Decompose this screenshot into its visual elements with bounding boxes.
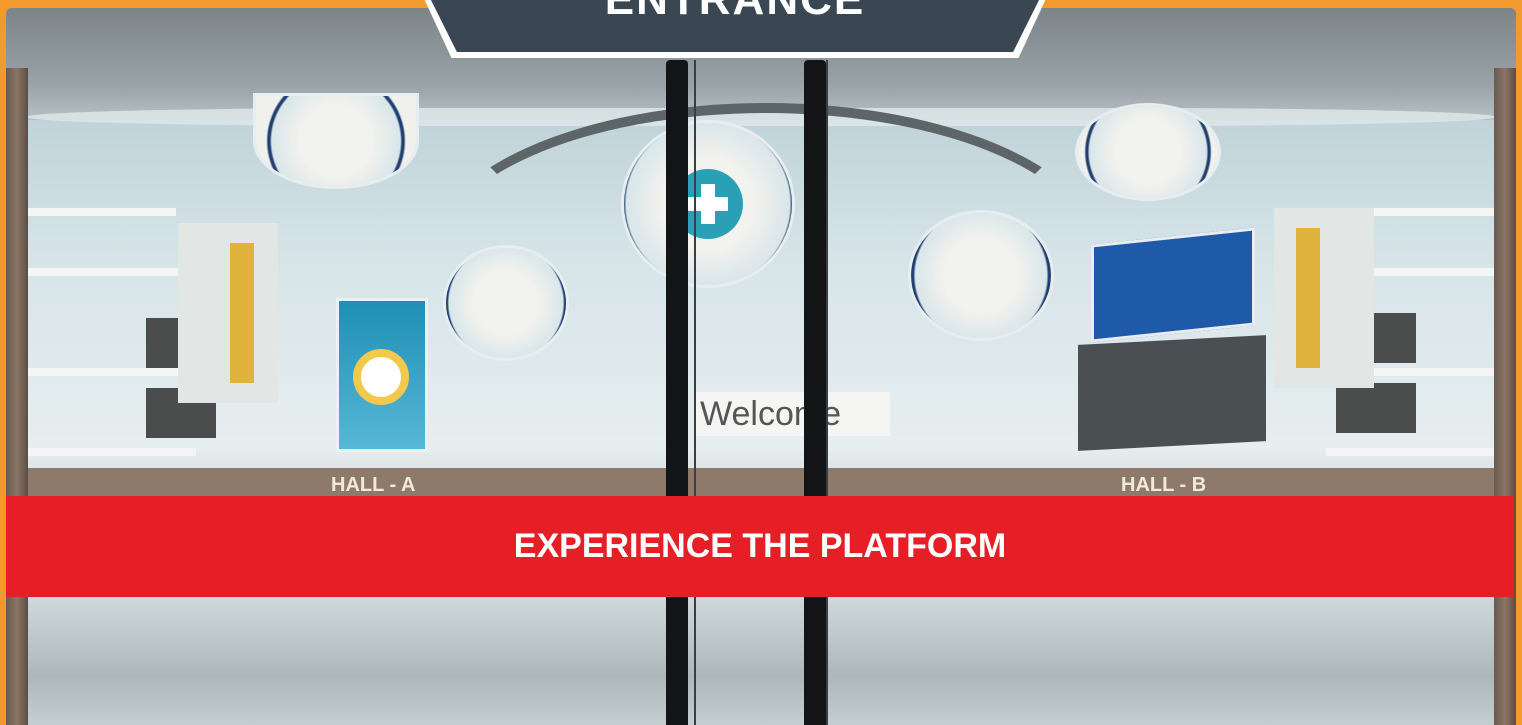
speaker-right-2 <box>1336 383 1416 433</box>
door-edge-right <box>826 60 828 725</box>
floor <box>6 598 1516 725</box>
decor-panel-left <box>178 223 278 403</box>
experience-platform-button[interactable]: EXPERIENCE THE PLATFORM <box>6 496 1514 597</box>
balcony-right-4 <box>1326 448 1496 456</box>
balcony-left-4 <box>26 448 196 456</box>
door-edge-left <box>694 60 696 725</box>
video-screen <box>1078 335 1266 451</box>
entrance-sign-plate: ENTRANCE <box>426 0 1044 52</box>
hall-b-label: HALL - B <box>1121 474 1207 496</box>
entrance-sign: ENTRANCE <box>420 0 1050 58</box>
door-handle-right <box>804 60 826 725</box>
ceiling-disc-2 <box>446 248 566 358</box>
ceiling-disc-5 <box>1078 106 1218 198</box>
welcome-sign: Welcome <box>694 392 890 436</box>
balcony-left-3 <box>26 368 186 376</box>
info-screen <box>1091 227 1255 343</box>
pillar-left <box>6 68 28 725</box>
ceiling-disc-4 <box>911 213 1051 338</box>
decor-panel-right <box>1274 208 1374 388</box>
pillar-right <box>1494 68 1516 725</box>
hall-a-label: HALL - A <box>331 474 416 496</box>
entrance-sign-text: ENTRANCE <box>605 0 865 52</box>
hanging-banner <box>336 298 428 452</box>
ceiling-disc-1 <box>256 96 416 186</box>
door-handle-left <box>666 60 688 725</box>
balcony-left-2 <box>26 268 196 276</box>
experience-platform-label: EXPERIENCE THE PLATFORM <box>513 527 1007 565</box>
lobby-scene-image: Welcome HALL - A HALL - B <box>6 8 1516 725</box>
ceiling-disc-center <box>624 123 792 285</box>
balcony-left-1 <box>26 208 176 216</box>
